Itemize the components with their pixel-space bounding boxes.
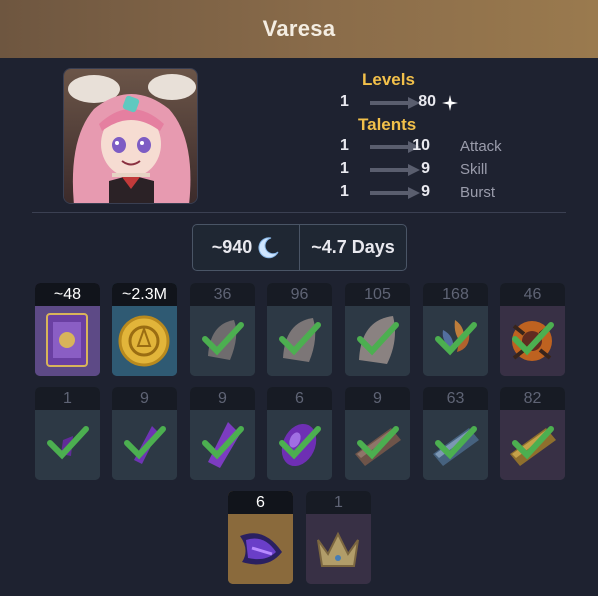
material-gemstone[interactable]: 6 bbox=[267, 387, 332, 480]
days-value: ~4.7 Days bbox=[311, 237, 395, 257]
material-count: ~2.3M bbox=[112, 283, 177, 306]
talent-row-skill: 1 9 Skill bbox=[330, 160, 530, 180]
character-portrait[interactable] bbox=[63, 68, 198, 204]
original-resin-icon bbox=[258, 236, 279, 258]
talent-label: Burst bbox=[460, 184, 496, 201]
exp-book-icon bbox=[35, 306, 100, 376]
material-gem-fragment[interactable]: 9 bbox=[112, 387, 177, 480]
material-talent-book-2[interactable]: 63 bbox=[423, 387, 488, 480]
talent-row-attack: 1 10 Attack bbox=[330, 137, 530, 157]
weekly-boss-drop-icon bbox=[228, 514, 293, 584]
character-name: Varesa bbox=[262, 16, 336, 41]
material-count: 168 bbox=[423, 283, 488, 306]
talent-to: 9 bbox=[421, 160, 430, 177]
material-count: 36 bbox=[190, 283, 255, 306]
check-icon bbox=[124, 426, 166, 460]
talent-from: 1 bbox=[340, 183, 349, 200]
material-crown[interactable]: 1 bbox=[306, 491, 371, 584]
talent-to: 9 bbox=[421, 183, 430, 200]
material-count: 105 bbox=[345, 283, 410, 306]
levels-panel: Levels 1 80 Talents 1 10 Attack 1 9 Skil… bbox=[330, 70, 530, 203]
material-weekly-boss[interactable]: 6 bbox=[228, 491, 293, 584]
material-horn-1[interactable]: 36 bbox=[190, 283, 255, 376]
material-talent-book-3[interactable]: 82 bbox=[500, 387, 565, 480]
check-icon bbox=[435, 322, 477, 356]
header-bar: Varesa bbox=[0, 0, 598, 58]
material-talent-book-1[interactable]: 9 bbox=[345, 387, 410, 480]
resin-value: ~940 bbox=[211, 237, 253, 257]
level-to: 80 bbox=[418, 93, 436, 110]
material-count: 9 bbox=[190, 387, 255, 410]
ascension-star-icon bbox=[442, 95, 458, 111]
material-boss-core[interactable]: 46 bbox=[500, 283, 565, 376]
resource-summary: ~940 ~4.7 Days bbox=[192, 224, 407, 271]
check-icon bbox=[512, 322, 554, 356]
talent-label: Skill bbox=[460, 161, 488, 178]
talent-from: 1 bbox=[340, 137, 349, 154]
material-gem-chunk[interactable]: 9 bbox=[190, 387, 255, 480]
material-exp-book[interactable]: ~48 bbox=[35, 283, 100, 376]
material-mora[interactable]: ~2.3M bbox=[112, 283, 177, 376]
talent-from: 1 bbox=[340, 160, 349, 177]
material-count: 96 bbox=[267, 283, 332, 306]
material-count: 46 bbox=[500, 283, 565, 306]
material-count: 9 bbox=[112, 387, 177, 410]
talent-label: Attack bbox=[460, 138, 502, 155]
material-horn-2[interactable]: 96 bbox=[267, 283, 332, 376]
check-icon bbox=[435, 426, 477, 460]
check-icon bbox=[47, 426, 89, 460]
material-gem-sliver[interactable]: 1 bbox=[35, 387, 100, 480]
check-icon bbox=[202, 322, 244, 356]
crown-of-insight-icon bbox=[306, 514, 371, 584]
material-count: 82 bbox=[500, 387, 565, 410]
days-total: ~4.7 Days bbox=[299, 225, 406, 270]
level-row: 1 80 bbox=[330, 93, 530, 113]
levels-title: Levels bbox=[362, 70, 415, 89]
check-icon bbox=[357, 426, 399, 460]
check-icon bbox=[512, 426, 554, 460]
material-count: 6 bbox=[267, 387, 332, 410]
material-flower[interactable]: 168 bbox=[423, 283, 488, 376]
check-icon bbox=[357, 322, 399, 356]
material-horn-3[interactable]: 105 bbox=[345, 283, 410, 376]
material-count: 63 bbox=[423, 387, 488, 410]
resin-total: ~940 bbox=[193, 225, 299, 270]
talent-to: 10 bbox=[412, 137, 430, 154]
material-count: 1 bbox=[306, 491, 371, 514]
material-count: ~48 bbox=[35, 283, 100, 306]
material-count: 9 bbox=[345, 387, 410, 410]
level-from: 1 bbox=[340, 93, 349, 110]
talent-row-burst: 1 9 Burst bbox=[330, 183, 530, 203]
check-icon bbox=[279, 322, 321, 356]
mora-coin-icon bbox=[112, 306, 177, 376]
portrait-image bbox=[64, 69, 197, 203]
talents-title: Talents bbox=[358, 115, 417, 134]
check-icon bbox=[202, 426, 244, 460]
divider bbox=[32, 212, 566, 213]
check-icon bbox=[279, 426, 321, 460]
material-count: 6 bbox=[228, 491, 293, 514]
material-count: 1 bbox=[35, 387, 100, 410]
